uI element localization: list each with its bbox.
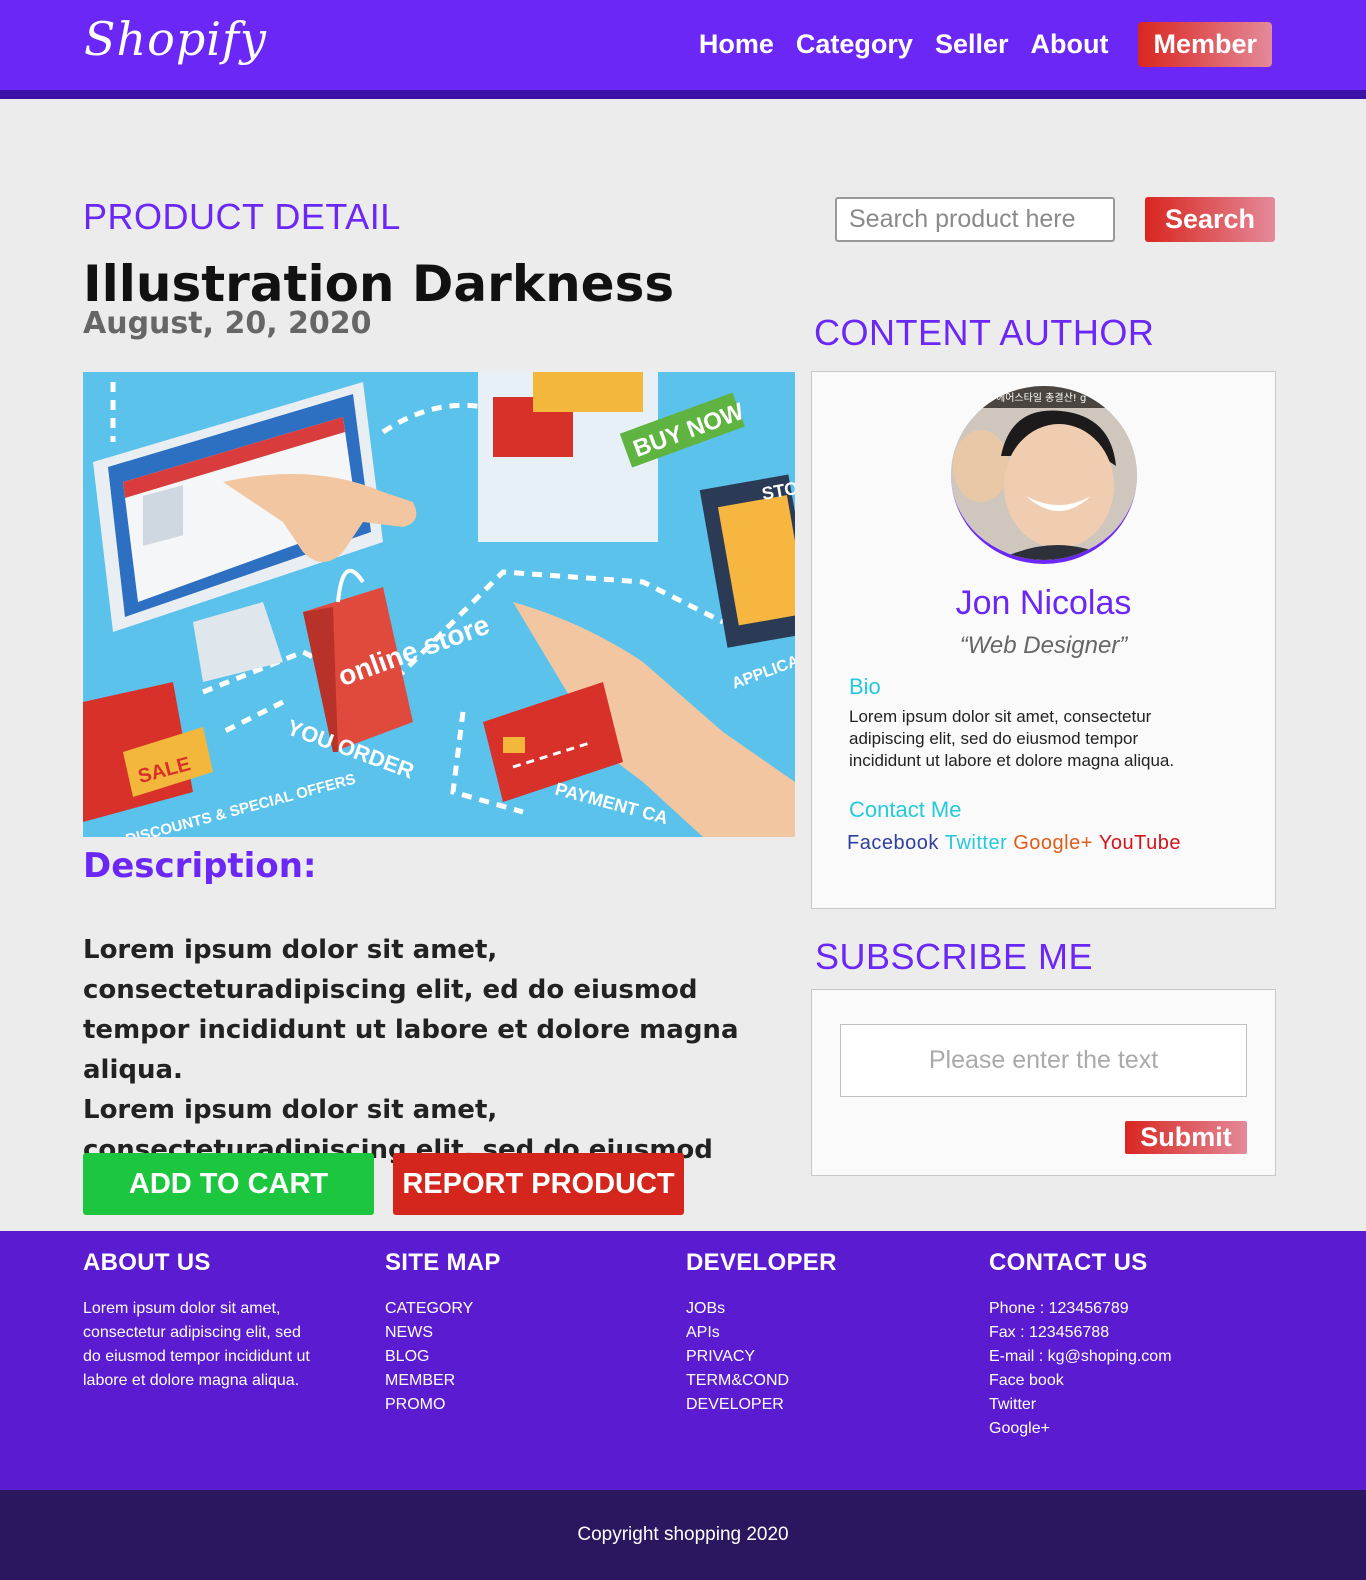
footer-twitter-link[interactable]: Twitter (989, 1393, 1172, 1417)
bio-heading: Bio (849, 674, 881, 699)
author-role: “Web Designer” (959, 632, 1128, 659)
footer-developer: DEVELOPER JOBs APIs PRIVACY TERM&COND DE… (686, 1249, 837, 1417)
footer-link-apis[interactable]: APIs (686, 1321, 837, 1345)
author-card: 헤어스타일 총결산! g Jon Nicolas “Web Designer” … (811, 371, 1276, 909)
footer-about: ABOUT US Lorem ipsum dolor sit amet, con… (83, 1249, 313, 1393)
main-nav: Home Category Seller About Member (677, 22, 1272, 67)
footer-facebook-link[interactable]: Face book (989, 1369, 1172, 1393)
googleplus-link[interactable]: Google+ (1013, 832, 1093, 855)
description-heading: Description: (83, 846, 317, 886)
subscribe-input[interactable] (840, 1024, 1247, 1097)
footer-about-heading: ABOUT US (83, 1249, 211, 1276)
product-detail-heading: PRODUCT DETAIL (83, 196, 401, 237)
footer-link-jobs[interactable]: JOBs (686, 1297, 837, 1321)
search-button[interactable]: Search (1145, 197, 1275, 242)
subscribe-heading: SUBSCRIBE ME (815, 936, 1094, 977)
nav-link-about[interactable]: About (1031, 29, 1109, 60)
product-image: online store BUY NOW STOR YOU ORDER PAYM… (83, 372, 795, 837)
footer-sitemap-heading: SITE MAP (385, 1249, 501, 1276)
facebook-link[interactable]: Facebook (847, 832, 939, 855)
contact-me-heading: Contact Me (849, 797, 962, 822)
add-to-cart-button[interactable]: ADD TO CART (83, 1153, 374, 1215)
site-logo[interactable]: Shopify (84, 12, 267, 66)
footer-link-privacy[interactable]: PRIVACY (686, 1345, 837, 1369)
footer-sitemap: SITE MAP CATEGORY NEWS BLOG MEMBER PROMO (385, 1249, 501, 1417)
author-avatar: 헤어스타일 총결산! g (951, 386, 1137, 564)
nav-link-seller[interactable]: Seller (935, 29, 1009, 60)
submit-button[interactable]: Submit (1125, 1121, 1247, 1154)
top-navbar: Shopify Home Category Seller About Membe… (0, 0, 1366, 90)
footer-contact-heading: CONTACT US (989, 1249, 1148, 1276)
footer: ABOUT US Lorem ipsum dolor sit amet, con… (0, 1231, 1366, 1490)
footer-email[interactable]: E-mail : kg@shoping.com (989, 1345, 1172, 1369)
footer-link-terms[interactable]: TERM&COND (686, 1369, 837, 1393)
footer-fax: Fax : 123456788 (989, 1324, 1110, 1341)
description-paragraph-1: Lorem ipsum dolor sit amet, consectetura… (83, 935, 739, 1085)
footer-link-promo[interactable]: PROMO (385, 1393, 501, 1417)
product-date: August, 20, 2020 (83, 306, 372, 341)
copyright-text: Copyright shopping 2020 (577, 1524, 789, 1545)
content-author-heading: CONTENT AUTHOR (814, 312, 1155, 353)
author-name: Jon Nicolas (955, 584, 1132, 622)
footer-link-category[interactable]: CATEGORY (385, 1297, 501, 1321)
footer-link-blog[interactable]: BLOG (385, 1345, 501, 1369)
youtube-link[interactable]: YouTube (1099, 832, 1181, 855)
bio-text: Lorem ipsum dolor sit amet, consectetur … (849, 707, 1175, 770)
footer-contact: CONTACT US Phone : 123456789 Fax : 12345… (989, 1249, 1172, 1441)
footer-googleplus-link[interactable]: Google+ (989, 1417, 1172, 1441)
social-links: Facebook Twitter Google+ YouTube (847, 832, 1181, 855)
footer-link-developer[interactable]: DEVELOPER (686, 1393, 837, 1417)
member-button[interactable]: Member (1138, 22, 1272, 67)
footer-developer-heading: DEVELOPER (686, 1249, 837, 1276)
footer-phone: Phone : 123456789 (989, 1300, 1129, 1317)
navbar-divider (0, 90, 1366, 99)
product-title: Illustration Darkness (83, 255, 675, 313)
footer-about-text: Lorem ipsum dolor sit amet, consectetur … (83, 1300, 310, 1389)
subscribe-card: Submit (811, 989, 1276, 1176)
twitter-link[interactable]: Twitter (945, 832, 1007, 855)
report-product-button[interactable]: REPORT PRODUCT (393, 1153, 684, 1215)
avatar-caption: 헤어스타일 총결산! g (996, 392, 1086, 404)
footer-link-news[interactable]: NEWS (385, 1321, 501, 1345)
search-input[interactable] (835, 197, 1115, 242)
footer-link-member[interactable]: MEMBER (385, 1369, 501, 1393)
nav-link-home[interactable]: Home (699, 29, 774, 60)
nav-link-category[interactable]: Category (796, 29, 913, 60)
copyright-bar: Copyright shopping 2020 (0, 1490, 1366, 1580)
